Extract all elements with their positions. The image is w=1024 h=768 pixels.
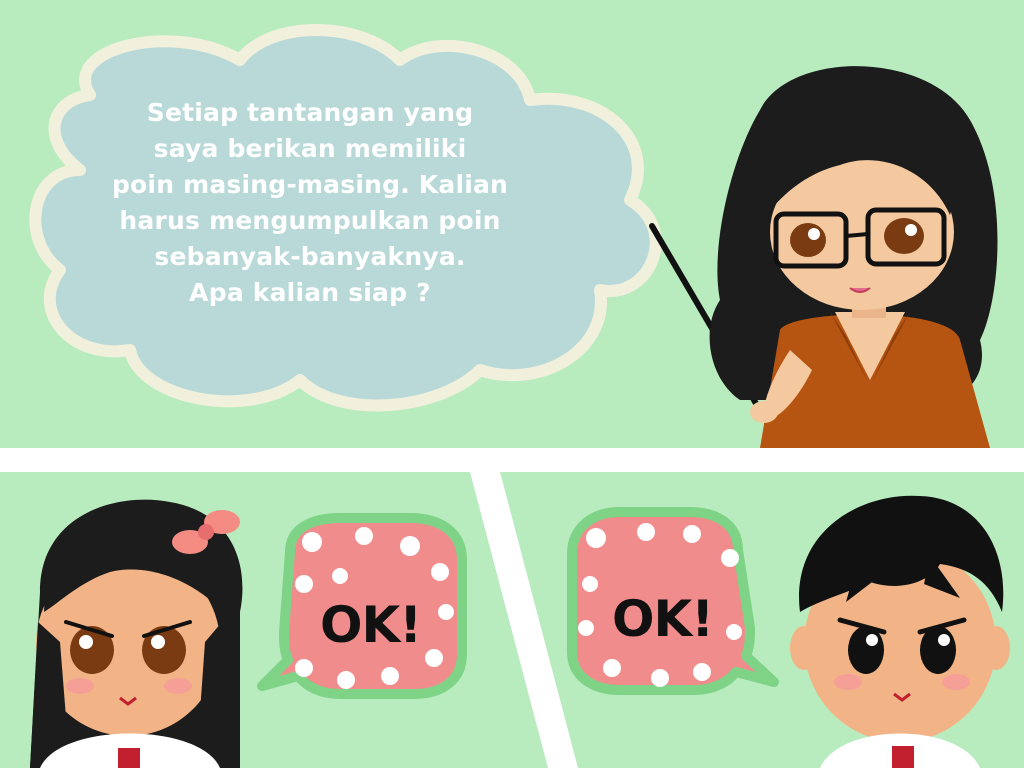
teacher-panel: Setiap tantangan yang saya berikan memil… xyxy=(0,0,1024,448)
speech-line: Apa kalian siap ? xyxy=(189,278,431,307)
teacher-speech: Setiap tantangan yang saya berikan memil… xyxy=(70,95,550,311)
boy-ok-text: OK! xyxy=(612,590,714,648)
speech-line: Setiap tantangan yang xyxy=(146,98,474,127)
speech-line: saya berikan memiliki xyxy=(153,134,467,163)
speech-line: harus mengumpulkan poin xyxy=(119,206,501,235)
speech-line: poin masing-masing. Kalian xyxy=(111,170,509,199)
speech-line: sebanyak-banyaknya. xyxy=(154,242,466,271)
boy-scene xyxy=(500,472,1024,768)
comic-page: Setiap tantangan yang saya berikan memil… xyxy=(0,0,1024,768)
teacher-character xyxy=(709,66,998,448)
boy-panel: OK! xyxy=(0,472,1024,768)
